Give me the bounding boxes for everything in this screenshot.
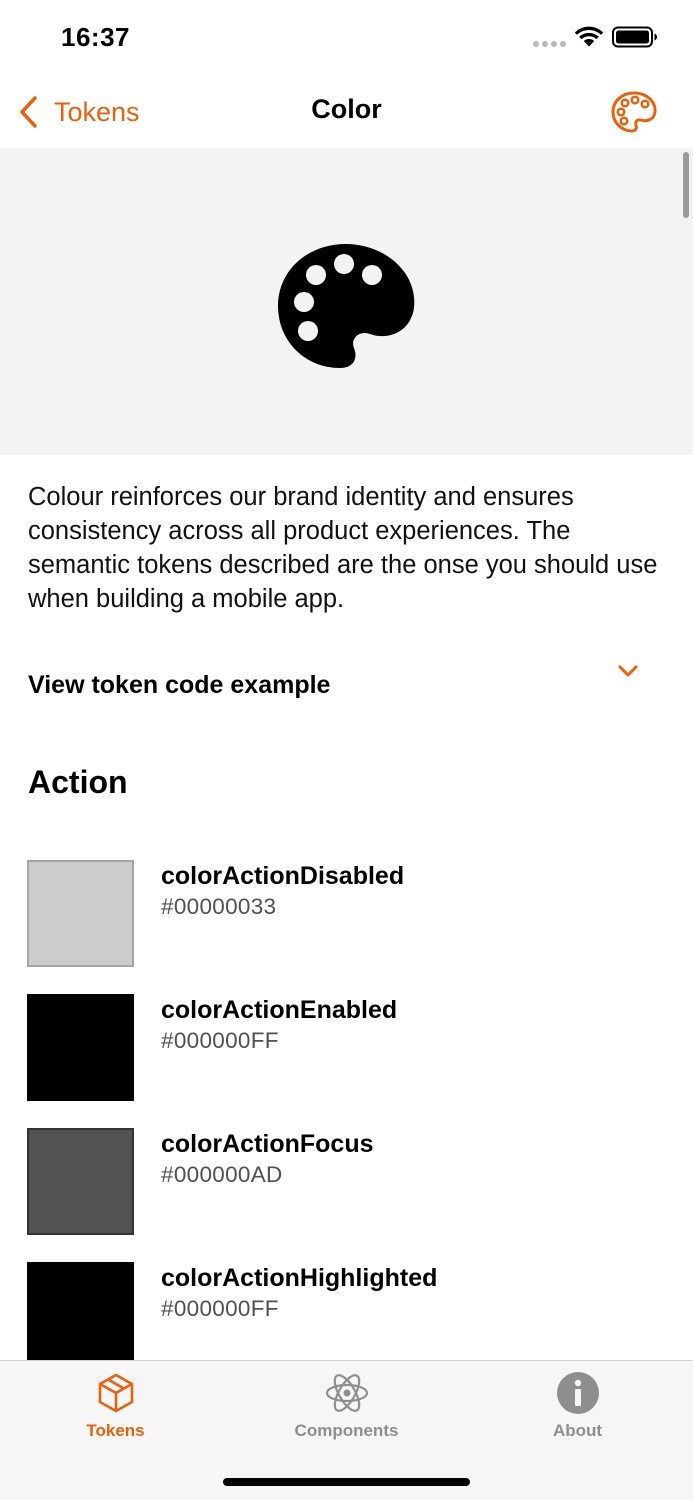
code-toggle-label: View token code example bbox=[28, 671, 331, 699]
hero-banner bbox=[0, 148, 693, 455]
token-value: #000000AD bbox=[161, 1162, 283, 1187]
cube-icon bbox=[98, 1373, 133, 1413]
navigation-bar: Tokens Color bbox=[0, 76, 693, 148]
description-text: Colour reinforces our brand identity and… bbox=[28, 483, 658, 613]
status-bar: 16:37 bbox=[0, 0, 693, 76]
token-item-color-action-enabled: colorActionEnabled #000000FF bbox=[27, 994, 667, 1128]
wifi-icon bbox=[574, 26, 604, 47]
tab-components[interactable]: Components bbox=[231, 1361, 462, 1457]
view-token-code-toggle[interactable]: View token code example bbox=[28, 654, 668, 714]
cellular-signal-icon bbox=[533, 41, 567, 49]
token-item-color-action-disabled: colorActionDisabled #00000033 bbox=[27, 860, 667, 994]
token-value: #000000FF bbox=[161, 1028, 279, 1053]
token-name: colorActionEnabled bbox=[161, 996, 398, 1024]
palette-icon[interactable] bbox=[610, 90, 658, 134]
color-swatch bbox=[27, 1128, 134, 1235]
token-item-color-action-highlighted: colorActionHighlighted #000000FF bbox=[27, 1262, 667, 1360]
palette-icon bbox=[278, 244, 415, 368]
tab-tokens[interactable]: Tokens bbox=[0, 1361, 231, 1457]
tab-about[interactable]: About bbox=[462, 1361, 693, 1457]
tab-label: About bbox=[552, 1421, 603, 1440]
token-name: colorActionDisabled bbox=[161, 862, 405, 890]
token-name: colorActionHighlighted bbox=[161, 1264, 438, 1292]
tab-label: Components bbox=[294, 1421, 399, 1440]
token-value: #00000033 bbox=[161, 894, 277, 919]
chevron-down-icon bbox=[618, 665, 638, 677]
color-swatch bbox=[27, 860, 134, 967]
token-value: #000000FF bbox=[161, 1296, 279, 1321]
color-swatch bbox=[27, 994, 134, 1101]
token-name: colorActionFocus bbox=[161, 1130, 374, 1158]
status-time: 16:37 bbox=[61, 22, 130, 52]
tab-bar: Tokens Components About bbox=[0, 1360, 693, 1500]
home-indicator[interactable] bbox=[223, 1478, 470, 1486]
info-icon bbox=[556, 1372, 599, 1414]
page-title: Color bbox=[311, 94, 382, 124]
token-item-color-action-focus: colorActionFocus #000000AD bbox=[27, 1128, 667, 1262]
atom-icon bbox=[325, 1374, 368, 1412]
tab-label: Tokens bbox=[86, 1421, 145, 1440]
token-list: colorActionDisabled #00000033 colorActio… bbox=[27, 860, 667, 1360]
screen: 16:37 Tokens Color Colour reinforces our… bbox=[0, 0, 693, 1500]
section-title: Action bbox=[28, 764, 128, 800]
scroll-content[interactable]: Colour reinforces our brand identity and… bbox=[0, 148, 693, 1360]
color-swatch bbox=[27, 1262, 134, 1360]
battery-icon bbox=[612, 26, 657, 48]
scroll-indicator[interactable] bbox=[683, 152, 689, 218]
